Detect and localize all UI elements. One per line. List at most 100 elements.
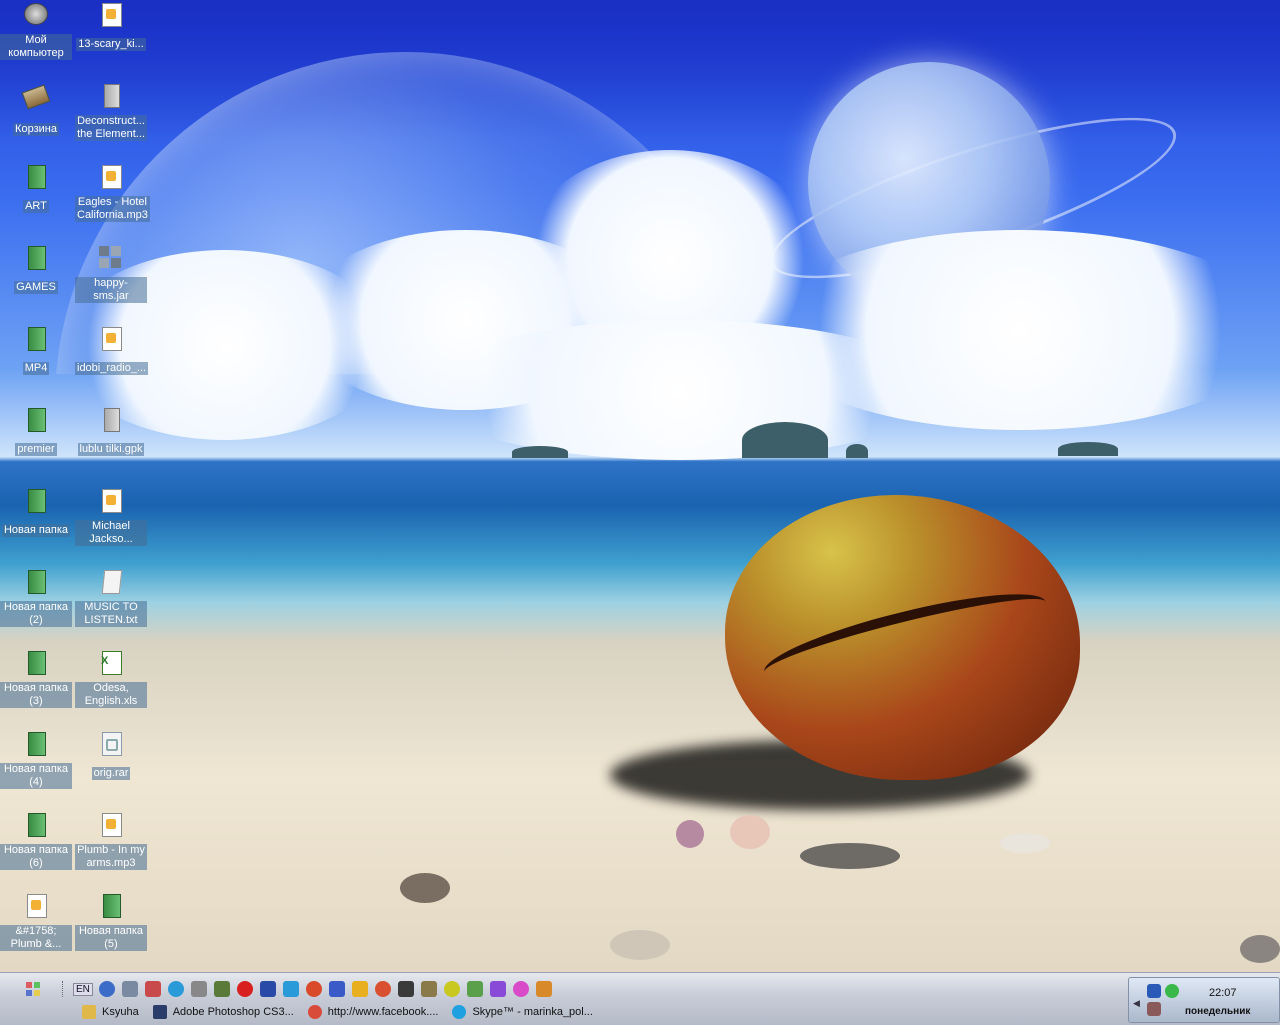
desktop-wallpaper bbox=[0, 0, 1280, 972]
sky-gradient bbox=[0, 0, 1280, 140]
cloud bbox=[420, 320, 940, 460]
pebble bbox=[400, 873, 450, 903]
toolbar-grip[interactable] bbox=[62, 981, 67, 997]
desktop-icon-new-folder-5[interactable]: Новая папка (5) bbox=[75, 894, 147, 952]
desktop-icon-folder-games[interactable]: GAMES bbox=[0, 246, 72, 295]
desktop-icon-eagles-mp3[interactable]: Eagles - Hotel California.mp3 bbox=[75, 165, 150, 223]
desktop-icon-plumb-shortcut[interactable]: &#1758; Plumb &... bbox=[0, 894, 72, 952]
desktop-icon-music-to-listen[interactable]: MUSIC TO LISTEN.txt bbox=[75, 570, 147, 628]
task-label: Adobe Photoshop CS3... bbox=[172, 1006, 294, 1018]
pebble bbox=[610, 930, 670, 960]
quick-launch-app-icon[interactable] bbox=[144, 981, 161, 997]
desktop-icon-folder-art[interactable]: ART bbox=[0, 165, 72, 214]
quick-launch-app-icon[interactable] bbox=[466, 981, 483, 997]
desktop-icon-recycle-bin[interactable]: Корзина bbox=[0, 84, 72, 137]
icon-label: orig.rar bbox=[91, 767, 131, 780]
audio-file-icon bbox=[24, 894, 48, 922]
desktop-icon-odesa-xls[interactable]: Odesa, English.xls bbox=[75, 651, 147, 709]
start-button[interactable] bbox=[12, 979, 52, 999]
task-button-skype[interactable]: Skype™ - marinka_pol... bbox=[452, 1003, 593, 1021]
quick-launch-app-icon[interactable] bbox=[190, 981, 207, 997]
folder-icon bbox=[24, 327, 48, 355]
icon-label: Deconstruct... the Element... bbox=[75, 115, 147, 141]
quick-launch-app-icon[interactable] bbox=[213, 981, 230, 997]
document-icon bbox=[99, 84, 123, 112]
folder-icon bbox=[24, 165, 48, 193]
desktop-icon-new-folder-4[interactable]: Новая папка (4) bbox=[0, 732, 72, 790]
windows-logo-icon bbox=[26, 982, 40, 996]
desktop-icon-deconstructing[interactable]: Deconstruct... the Element... bbox=[75, 84, 147, 142]
quick-launch-app-icon[interactable] bbox=[351, 981, 368, 997]
folder-icon bbox=[99, 894, 123, 922]
task-buttons: Ksyuha Adobe Photoshop CS3... http://www… bbox=[82, 1003, 607, 1023]
recycle-bin-icon bbox=[21, 84, 51, 116]
quick-launch-app-icon[interactable] bbox=[236, 981, 253, 997]
desktop-icon-new-folder-6[interactable]: Новая папка (6) bbox=[0, 813, 72, 871]
quick-launch-app-icon[interactable] bbox=[443, 981, 460, 997]
quick-launch-app-icon[interactable] bbox=[98, 981, 115, 997]
excel-file-icon bbox=[99, 651, 123, 679]
desktop-icon-new-folder[interactable]: Новая папка bbox=[0, 489, 72, 538]
icon-label: Мой компьютер bbox=[0, 34, 72, 60]
volume-icon[interactable] bbox=[1147, 1002, 1161, 1016]
desktop-icon-orig-rar[interactable]: orig.rar bbox=[75, 732, 147, 781]
quick-launch-app-icon[interactable] bbox=[259, 981, 276, 997]
task-label: Skype™ - marinka_pol... bbox=[472, 1006, 593, 1018]
icon-label: Новая папка (5) bbox=[75, 925, 147, 951]
folder-icon bbox=[82, 1005, 96, 1019]
audio-file-icon bbox=[99, 165, 123, 193]
quick-launch-app-icon[interactable] bbox=[305, 981, 322, 997]
quick-launch-app-icon[interactable] bbox=[167, 981, 184, 997]
language-indicator[interactable]: EN bbox=[73, 982, 93, 996]
folder-icon bbox=[24, 246, 48, 274]
pebble bbox=[800, 843, 900, 869]
quick-launch-toolbar: EN bbox=[62, 979, 559, 999]
quick-launch-app-icon[interactable] bbox=[374, 981, 391, 997]
quick-launch-app-icon[interactable] bbox=[121, 981, 138, 997]
taskbar: EN Ksyuha Adobe Photoshop CS3... http://… bbox=[0, 972, 1280, 1025]
quick-launch-app-icon[interactable] bbox=[535, 981, 552, 997]
quick-launch-app-icon[interactable] bbox=[512, 981, 529, 997]
task-button-browser-facebook[interactable]: http://www.facebook.... bbox=[307, 1003, 439, 1021]
desktop-icon-my-computer[interactable]: Мой компьютер bbox=[0, 3, 72, 61]
quick-launch-app-icon[interactable] bbox=[420, 981, 437, 997]
computer-icon bbox=[24, 3, 48, 31]
desktop-icon-michael-jackson[interactable]: Michael Jackso... bbox=[75, 489, 147, 547]
desktop-icon-new-folder-2[interactable]: Новая папка (2) bbox=[0, 570, 72, 628]
icon-label: lublu tilki.gpk bbox=[77, 443, 145, 456]
folder-icon bbox=[24, 732, 48, 760]
show-hidden-icons-arrow-icon[interactable]: ◀ bbox=[1133, 998, 1140, 1009]
quick-launch-app-icon[interactable] bbox=[489, 981, 506, 997]
icon-label: Новая папка (2) bbox=[0, 601, 72, 627]
desktop-icon-folder-premier[interactable]: premier bbox=[0, 408, 72, 457]
desktop-icon-folder-mp4[interactable]: MP4 bbox=[0, 327, 72, 376]
desktop-icon-happy-sms-jar[interactable]: happy-sms.jar bbox=[75, 246, 147, 304]
quick-launch-app-icon[interactable] bbox=[282, 981, 299, 997]
icon-label: &#1758; Plumb &... bbox=[0, 925, 72, 951]
icon-label: MUSIC TO LISTEN.txt bbox=[75, 601, 147, 627]
desktop-icon-idobi-radio[interactable]: idobi_radio_... bbox=[75, 327, 149, 376]
desktop-icon-plumb-mp3[interactable]: Plumb - In my arms.mp3 bbox=[75, 813, 147, 871]
skype-icon bbox=[452, 1005, 467, 1019]
island bbox=[742, 422, 828, 458]
audio-file-icon bbox=[99, 813, 123, 841]
quick-launch-app-icon[interactable] bbox=[397, 981, 414, 997]
network-icon[interactable] bbox=[1147, 984, 1161, 998]
system-tray: ◀ 22:07 понедельник bbox=[1128, 977, 1280, 1023]
quick-launch-app-icon[interactable] bbox=[328, 981, 345, 997]
icon-label: Новая папка (4) bbox=[0, 763, 72, 789]
desktop-icon-new-folder-3[interactable]: Новая папка (3) bbox=[0, 651, 72, 709]
task-button-ksyuha[interactable]: Ksyuha bbox=[82, 1003, 139, 1021]
icon-label: Новая папка (3) bbox=[0, 682, 72, 708]
clock[interactable]: 22:07 bbox=[1209, 987, 1237, 999]
antivirus-icon[interactable] bbox=[1165, 984, 1179, 998]
pebble bbox=[1000, 833, 1050, 853]
desktop-icon-lublu-tilki[interactable]: lublu tilki.gpk bbox=[75, 408, 147, 457]
icon-label: Новая папка bbox=[1, 524, 71, 537]
desktop-icon-scary-kids[interactable]: 13-scary_ki... bbox=[75, 3, 147, 52]
task-button-photoshop[interactable]: Adobe Photoshop CS3... bbox=[152, 1003, 294, 1021]
jar-file-icon bbox=[99, 246, 123, 274]
task-label: http://www.facebook.... bbox=[327, 1006, 439, 1018]
archive-file-icon bbox=[99, 732, 123, 760]
folder-icon bbox=[24, 813, 48, 841]
